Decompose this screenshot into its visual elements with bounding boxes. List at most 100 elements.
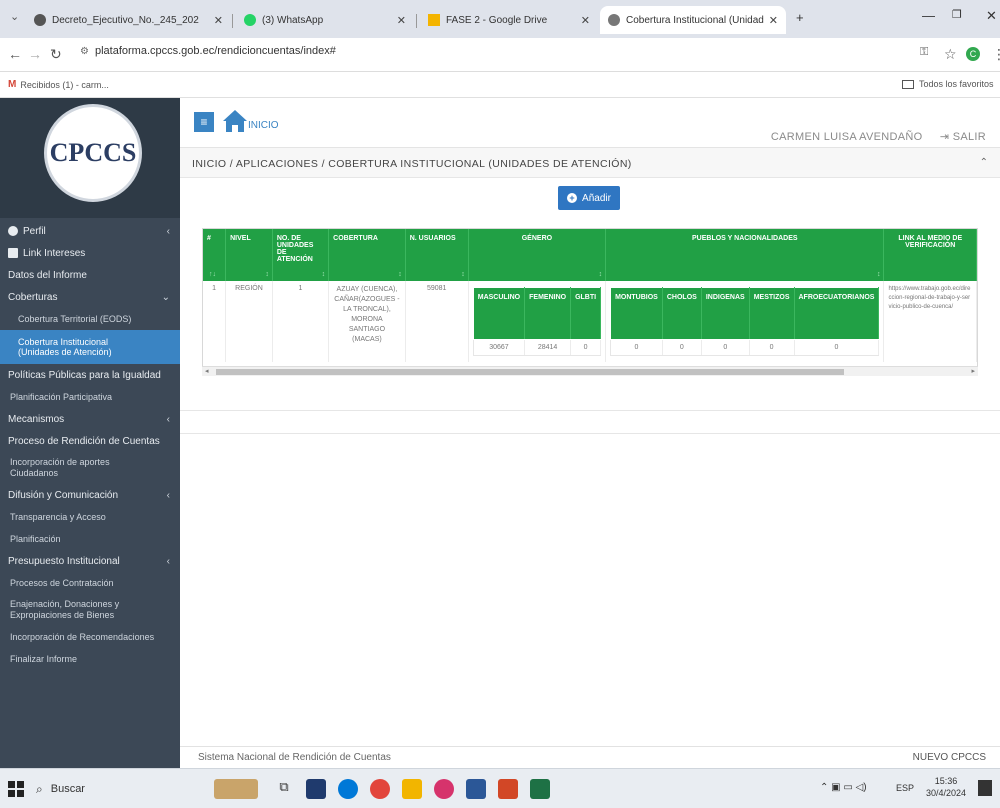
scroll-left-icon[interactable]: ◂ bbox=[205, 367, 209, 375]
sidebar-item-14[interactable]: Presupuesto Institucional ‹ bbox=[0, 550, 180, 572]
collapse-panel-icon[interactable]: ⌃ bbox=[980, 157, 988, 168]
sidebar-item-11[interactable]: Difusión y Comunicación ‹ bbox=[0, 484, 180, 506]
sidebar-menu: Perfil ‹ Link Intereses Datos del Informe Co… bbox=[0, 220, 180, 670]
browser-menu-icon[interactable]: ⋮ bbox=[992, 46, 1000, 63]
edge-icon[interactable] bbox=[338, 779, 358, 799]
sidebar-item-17[interactable]: Incorporación de Recomendaciones bbox=[0, 626, 180, 648]
sidebar-item-label: Políticas Públicas para la Igualdad bbox=[8, 369, 161, 381]
col-header-genero[interactable]: GÉNERO ↕ bbox=[468, 229, 607, 281]
sidebar-item-12[interactable]: Transparencia y Acceso bbox=[0, 506, 180, 528]
col-header-unidades[interactable]: NO. DE UNIDADES DE ATENCIÓN ↕ bbox=[272, 229, 330, 281]
col-header-number[interactable]: # ↑↓ bbox=[203, 229, 227, 281]
chrome-icon[interactable] bbox=[370, 779, 390, 799]
address-bar: ← → ↻ ⚙ plataforma.cpccs.gob.ec/rendicio… bbox=[0, 38, 1000, 72]
url-field[interactable]: ⚙ plataforma.cpccs.gob.ec/rendicioncuent… bbox=[80, 45, 336, 57]
new-tab-button[interactable]: + bbox=[796, 10, 804, 25]
chevron-icon: ‹ bbox=[166, 225, 170, 237]
sidebar-item-3[interactable]: Coberturas ⌄ bbox=[0, 286, 180, 308]
back-icon[interactable]: ← bbox=[8, 46, 22, 62]
cell-pueblos: MONTUBIOS CHOLOS INDIGENAS MESTIZOS AFRO… bbox=[605, 281, 885, 362]
weather-widget-icon[interactable] bbox=[214, 779, 258, 799]
chevron-icon: ‹ bbox=[166, 555, 170, 567]
tab-divider bbox=[416, 14, 417, 28]
col-header-pueblos[interactable]: PUEBLOS Y NACIONALIDADES ↕ bbox=[605, 229, 885, 281]
sidebar-item-8[interactable]: Mecanismos ‹ bbox=[0, 408, 180, 430]
col-header-usuarios[interactable]: N. USUARIOS ↕ bbox=[405, 229, 469, 281]
close-tab-icon[interactable]: ✕ bbox=[769, 14, 778, 27]
bookmark-star-icon[interactable]: ☆ bbox=[944, 46, 957, 63]
table-row[interactable]: 1 REGIÓN 1 AZUAY (CUENCA), CAÑAR(AZOGUES… bbox=[203, 281, 977, 362]
breadcrumb-text: INICIO / APLICACIONES / COBERTURA INSTIT… bbox=[192, 158, 632, 170]
scroll-right-icon[interactable]: ▸ bbox=[971, 367, 975, 375]
url-text: plataforma.cpccs.gob.ec/rendicioncuentas… bbox=[94, 45, 336, 57]
sidebar-item-label: Cobertura Institucional bbox=[18, 337, 109, 347]
sidebar-item-label: Perfil bbox=[23, 225, 46, 237]
taskbar-search[interactable]: ⌕ Buscar bbox=[30, 777, 210, 801]
sidebar-item-label: Proceso de Rendición de Cuentas bbox=[8, 435, 160, 447]
cpccs-logo[interactable]: CPCCS bbox=[44, 104, 142, 202]
sidebar-item-4[interactable]: Cobertura Territorial (EODS) bbox=[0, 308, 180, 330]
table-horizontal-scrollbar[interactable]: ◂ ▸ bbox=[202, 366, 978, 376]
bookmark-gmail[interactable]: M Recibidos (1) - carm... bbox=[8, 79, 109, 90]
site-info-icon[interactable]: ⚙ bbox=[80, 46, 89, 57]
tab-1[interactable]: (3) WhatsApp ✕ bbox=[236, 6, 414, 34]
profile-avatar[interactable]: C bbox=[966, 47, 980, 61]
forward-icon[interactable]: → bbox=[28, 46, 42, 62]
app-icon[interactable] bbox=[434, 779, 454, 799]
tab-search-icon[interactable]: ⌄ bbox=[10, 10, 19, 23]
close-tab-icon[interactable]: ✕ bbox=[214, 14, 223, 27]
file-explorer-icon[interactable] bbox=[402, 779, 422, 799]
taskbar-clock[interactable]: 15:36 30/4/2024 bbox=[926, 775, 966, 799]
reload-icon[interactable]: ↻ bbox=[50, 46, 62, 63]
col-header-cobertura[interactable]: COBERTURA ↕ bbox=[328, 229, 406, 281]
add-button[interactable]: + Añadir bbox=[558, 186, 620, 210]
tab-0[interactable]: Decreto_Ejecutivo_No._245_202 ✕ bbox=[26, 6, 231, 34]
excel-icon[interactable] bbox=[530, 779, 550, 799]
sidebar-item-5[interactable]: Cobertura Institucional (Unidades de Aten… bbox=[0, 330, 180, 364]
sub-header: MASCULINO bbox=[472, 287, 526, 340]
notifications-icon[interactable] bbox=[978, 780, 992, 796]
minimize-icon[interactable]: — bbox=[922, 8, 935, 23]
task-view-icon[interactable]: ⧉ bbox=[274, 779, 294, 799]
sidebar-item-13[interactable]: Planificación bbox=[0, 528, 180, 550]
sidebar-item-16[interactable]: Enajenación, Donaciones y Expropiaciones … bbox=[0, 594, 180, 626]
sidebar-item-6[interactable]: Políticas Públicas para la Igualdad bbox=[0, 364, 180, 386]
scrollbar-thumb[interactable] bbox=[216, 369, 844, 375]
tab-3-active[interactable]: Cobertura Institucional (Unidad ✕ bbox=[600, 6, 786, 34]
header-label: N. USUARIOS bbox=[409, 235, 456, 242]
sub-header: CHOLOS bbox=[661, 287, 702, 340]
sub-cell: 30667 bbox=[472, 339, 526, 356]
cell-link[interactable]: https://www.trabajo.gob.ec/direccion-reg… bbox=[883, 281, 977, 362]
system-tray-icons[interactable]: ⌃ ▣ ▭ ◁) bbox=[820, 782, 867, 793]
close-tab-icon[interactable]: ✕ bbox=[397, 14, 406, 27]
close-window-icon[interactable]: ✕ bbox=[986, 8, 997, 24]
sidebar-item-9[interactable]: Proceso de Rendición de Cuentas bbox=[0, 430, 180, 452]
sidebar-item-15[interactable]: Procesos de Contratación bbox=[0, 572, 180, 594]
windows-start-icon[interactable] bbox=[8, 781, 24, 797]
home-icon[interactable] bbox=[222, 108, 248, 134]
restore-icon[interactable]: ❐ bbox=[952, 8, 962, 21]
powerpoint-icon[interactable] bbox=[498, 779, 518, 799]
page-footer: Sistema Nacional de Rendición de Cuentas… bbox=[180, 746, 1000, 768]
sidebar-item-2[interactable]: Datos del Informe bbox=[0, 264, 180, 286]
sidebar-item-7[interactable]: Planificación Participativa bbox=[0, 386, 180, 408]
logout-link[interactable]: ⇥ SALIR bbox=[940, 131, 986, 143]
sidebar-item-1[interactable]: Link Intereses bbox=[0, 242, 180, 264]
word-icon[interactable] bbox=[466, 779, 486, 799]
home-link[interactable]: INICIO bbox=[248, 120, 279, 131]
menu-toggle-button[interactable]: ≡ bbox=[194, 112, 214, 132]
sidebar-item-0[interactable]: Perfil ‹ bbox=[0, 220, 180, 242]
store-icon[interactable] bbox=[306, 779, 326, 799]
all-bookmarks[interactable]: Todos los favoritos bbox=[902, 79, 994, 89]
language-indicator[interactable]: ESP bbox=[896, 783, 914, 793]
col-header-link[interactable]: LINK AL MEDIO DE VERIFICACIÓN bbox=[883, 229, 977, 281]
password-key-icon[interactable]: ⚿ bbox=[920, 46, 928, 59]
sidebar-item-18[interactable]: Finalizar Informe bbox=[0, 648, 180, 670]
col-header-nivel[interactable]: NIVEL ↕ bbox=[225, 229, 273, 281]
sidebar-item-label: Datos del Informe bbox=[8, 269, 87, 281]
sidebar-item-10[interactable]: Incorporación de aportes Ciudadanos bbox=[0, 452, 180, 484]
close-tab-icon[interactable]: ✕ bbox=[581, 14, 590, 27]
sidebar-item-label: Finalizar Informe bbox=[10, 654, 78, 664]
clock-date: 30/4/2024 bbox=[925, 788, 966, 798]
tab-2[interactable]: FASE 2 - Google Drive ✕ bbox=[420, 6, 598, 34]
